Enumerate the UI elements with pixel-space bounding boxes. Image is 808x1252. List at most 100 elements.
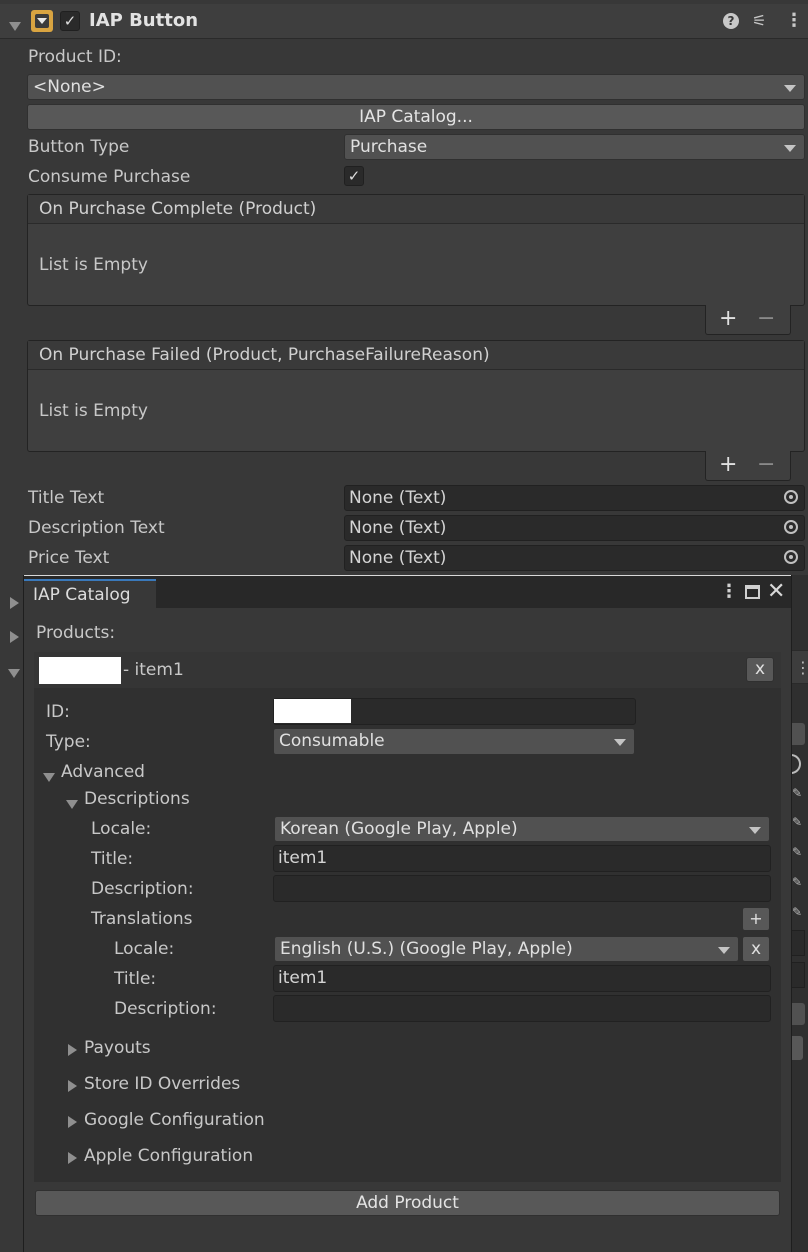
description-text-label: Description Text <box>28 518 165 538</box>
product-id-value: <None> <box>33 77 106 97</box>
translation-title-label: Title: <box>114 969 157 989</box>
on-purchase-complete-empty: List is Empty <box>39 255 148 275</box>
pin-icon: ✎ <box>792 905 803 919</box>
locale-label: Locale: <box>91 819 152 839</box>
collapsed-arrow-icon[interactable] <box>10 594 19 614</box>
title-text-label: Title Text <box>28 488 105 508</box>
apple-configuration-foldout[interactable]: Apple Configuration <box>84 1146 253 1166</box>
maximize-icon[interactable] <box>745 585 760 599</box>
id-value-redacted <box>274 699 351 723</box>
consume-purchase-checkbox[interactable]: ✓ <box>344 166 364 186</box>
description-label: Description: <box>91 879 194 899</box>
price-text-value: None (Text) <box>349 548 447 568</box>
translation-locale-value: English (U.S.) (Google Play, Apple) <box>280 939 573 959</box>
close-icon[interactable]: ✕ <box>767 579 785 604</box>
description-field[interactable] <box>273 875 771 902</box>
on-purchase-complete-header: On Purchase Complete (Product) <box>28 195 804 224</box>
on-purchase-failed-footer: + − <box>705 451 791 481</box>
chevron-down-icon <box>784 145 796 152</box>
component-enabled-checkbox[interactable]: ✓ <box>60 11 80 31</box>
on-purchase-failed-event: On Purchase Failed (Product, PurchaseFai… <box>27 340 805 452</box>
translation-locale-dropdown[interactable]: English (U.S.) (Google Play, Apple) <box>274 936 739 962</box>
products-label: Products: <box>36 623 116 643</box>
pin-icon: ✎ <box>792 815 803 829</box>
advanced-foldout[interactable]: Advanced <box>61 762 145 782</box>
type-dropdown[interactable]: Consumable <box>273 728 635 755</box>
translation-description-field[interactable] <box>273 995 771 1022</box>
chevron-down-icon <box>614 739 626 746</box>
window-tabbar: IAP Catalog ⋮ ✕ <box>24 575 791 609</box>
payouts-foldout-icon[interactable] <box>68 1041 77 1061</box>
title-text-value: None (Text) <box>349 488 447 508</box>
background-button-edge <box>791 1036 803 1060</box>
advanced-foldout-icon[interactable] <box>43 767 55 787</box>
add-product-button[interactable]: Add Product <box>35 1190 780 1216</box>
add-translation-button[interactable]: + <box>742 907 770 931</box>
window-more-icon[interactable]: ⋮ <box>720 581 738 602</box>
description-text-value: None (Text) <box>349 518 447 538</box>
help-icon[interactable]: ? <box>723 13 739 29</box>
remove-translation-button[interactable]: x <box>742 936 770 962</box>
locale-value: Korean (Google Play, Apple) <box>280 819 518 839</box>
title-field[interactable]: item1 <box>273 845 771 872</box>
remove-listener-icon[interactable]: − <box>757 305 775 333</box>
title-label: Title: <box>91 849 134 869</box>
background-field-edge <box>791 962 805 988</box>
google-configuration-foldout[interactable]: Google Configuration <box>84 1110 265 1130</box>
descriptions-foldout[interactable]: Descriptions <box>84 789 190 809</box>
button-type-value: Purchase <box>350 137 428 157</box>
background-dropdown-edge <box>791 1003 805 1025</box>
on-purchase-failed-empty: List is Empty <box>39 401 148 421</box>
locale-dropdown[interactable]: Korean (Google Play, Apple) <box>274 816 770 842</box>
foldout-arrow-icon[interactable] <box>8 663 20 683</box>
apple-configuration-foldout-icon[interactable] <box>68 1149 77 1169</box>
object-picker-icon[interactable] <box>784 520 798 534</box>
remove-listener-icon[interactable]: − <box>757 451 775 479</box>
object-picker-icon[interactable] <box>784 550 798 564</box>
on-purchase-failed-header: On Purchase Failed (Product, PurchaseFai… <box>28 341 804 370</box>
on-purchase-complete-footer: + − <box>705 305 791 335</box>
store-id-overrides-foldout[interactable]: Store ID Overrides <box>84 1074 240 1094</box>
button-type-label: Button Type <box>28 137 130 157</box>
pin-icon: ✎ <box>792 786 803 800</box>
description-text-field[interactable]: None (Text) <box>344 515 805 541</box>
translation-title-field[interactable]: item1 <box>273 965 771 992</box>
foldout-arrow-icon[interactable] <box>9 16 21 36</box>
presets-icon[interactable]: ⚟ <box>752 11 770 31</box>
title-text-field[interactable]: None (Text) <box>344 485 805 511</box>
payouts-foldout[interactable]: Payouts <box>84 1038 151 1058</box>
descriptions-foldout-icon[interactable] <box>66 794 78 814</box>
chevron-down-icon <box>718 947 730 954</box>
add-listener-icon[interactable]: + <box>719 451 737 479</box>
script-icon <box>31 10 53 32</box>
background-more-icon: ⋮ <box>795 658 808 677</box>
product-id-label: Product ID: <box>28 47 122 67</box>
object-picker-icon[interactable] <box>784 490 798 504</box>
collapsed-arrow-icon[interactable] <box>10 628 19 648</box>
store-id-overrides-foldout-icon[interactable] <box>68 1077 77 1097</box>
id-label: ID: <box>46 702 70 722</box>
tab-iap-catalog[interactable]: IAP Catalog <box>24 579 156 609</box>
chevron-down-icon <box>749 827 761 834</box>
translations-label: Translations <box>91 909 193 929</box>
product-name-redacted <box>39 657 121 684</box>
translation-description-label: Description: <box>114 999 217 1019</box>
background-dropdown-edge <box>791 723 805 745</box>
chevron-down-icon <box>784 85 796 92</box>
pin-icon: ✎ <box>792 875 803 889</box>
iap-catalog-window: IAP Catalog ⋮ ✕ Products: - item1 x ID: … <box>23 575 792 1252</box>
add-listener-icon[interactable]: + <box>719 305 737 333</box>
component-title: IAP Button <box>89 10 199 31</box>
product-id-dropdown[interactable]: <None> <box>27 74 805 100</box>
more-menu-icon[interactable]: ⋮ <box>785 11 803 31</box>
product-header-title: - item1 <box>123 660 184 680</box>
iap-catalog-button[interactable]: IAP Catalog... <box>27 104 805 130</box>
on-purchase-complete-event: On Purchase Complete (Product) List is E… <box>27 194 805 306</box>
google-configuration-foldout-icon[interactable] <box>68 1113 77 1133</box>
price-text-field[interactable]: None (Text) <box>344 545 805 571</box>
button-type-dropdown[interactable]: Purchase <box>344 134 805 160</box>
remove-product-button[interactable]: x <box>746 657 774 682</box>
type-value: Consumable <box>279 731 385 751</box>
pin-icon: ✎ <box>792 845 803 859</box>
price-text-label: Price Text <box>28 548 110 568</box>
